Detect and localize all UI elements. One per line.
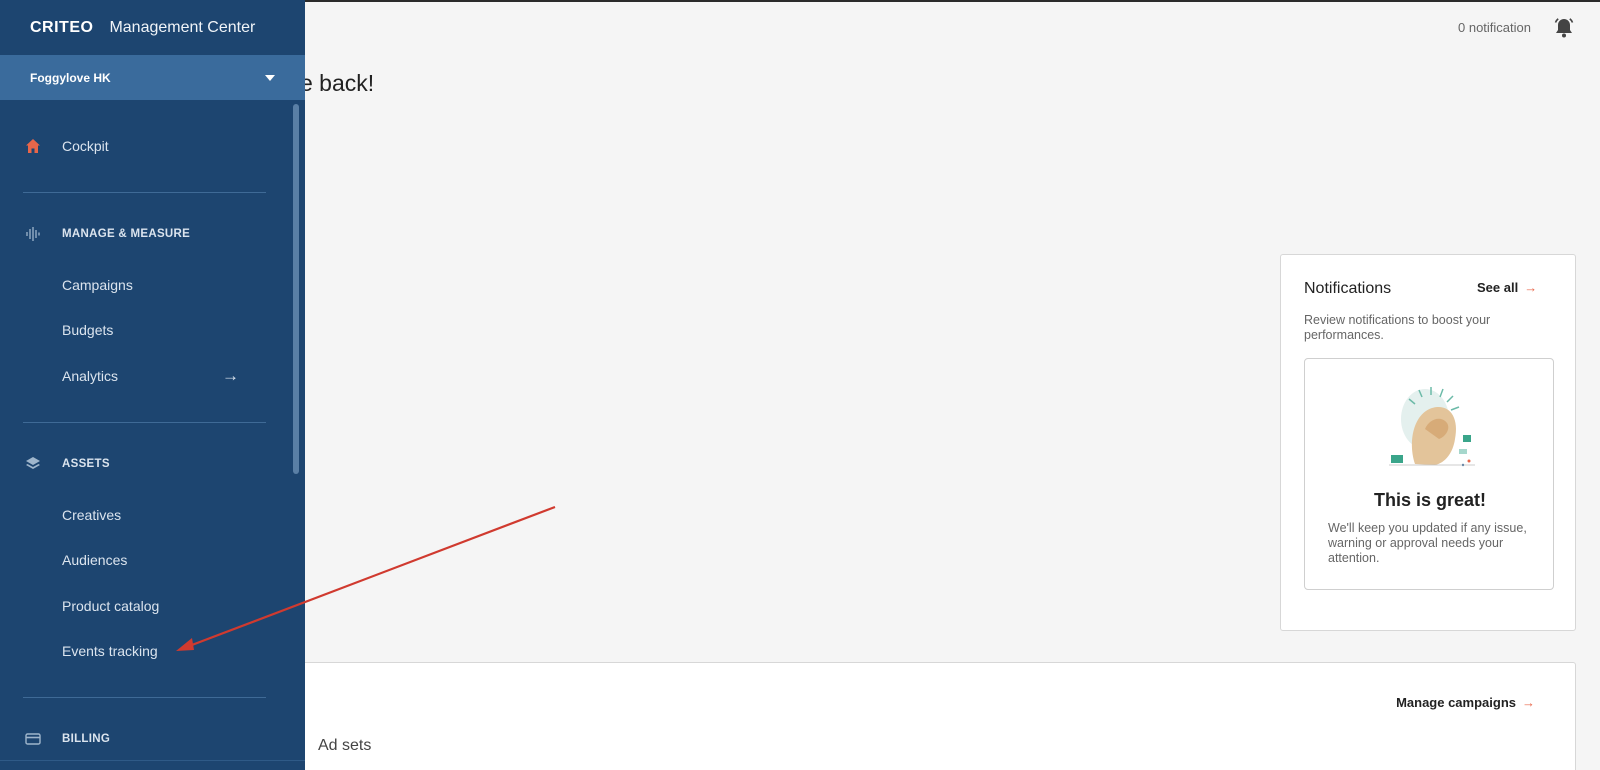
- notifications-title: Notifications: [1304, 280, 1392, 297]
- welcome-heading: e back!: [300, 70, 375, 96]
- sidebar-item-events-tracking[interactable]: Events tracking: [0, 633, 290, 669]
- sidebar-item-audiences[interactable]: Audiences: [0, 542, 290, 578]
- sidebar-item-label: Campaigns: [62, 277, 133, 293]
- empty-state-title: This is great!: [1373, 490, 1487, 510]
- notification-count[interactable]: 0 notification: [1458, 20, 1531, 35]
- sidebar-nav: CRITEO Management Center Foggylove HK Co…: [0, 0, 305, 770]
- layers-icon: [24, 455, 42, 473]
- bell-icon[interactable]: [1552, 16, 1576, 40]
- sidebar-item-label: Analytics: [62, 368, 119, 384]
- sidebar-item-product-catalog[interactable]: Product catalog: [0, 588, 290, 624]
- see-all-label: See all: [1477, 280, 1519, 295]
- notifications-description: Review notifications to boost your perfo…: [1304, 313, 1491, 342]
- tab-ad-sets[interactable]: Ad sets: [318, 737, 371, 755]
- manage-campaigns-link[interactable]: Manage campaigns →: [1396, 695, 1535, 710]
- section-title: MANAGE & MEASURE: [62, 228, 191, 240]
- section-assets: ASSETS: [0, 446, 290, 482]
- sidebar-divider: [23, 192, 266, 193]
- account-name: Foggylove HK: [30, 70, 111, 85]
- account-selector[interactable]: Foggylove HK: [0, 55, 305, 100]
- sidebar-item-label: Cockpit: [62, 138, 109, 154]
- sidebar-item-label: Events tracking: [62, 643, 158, 659]
- sidebar-divider: [0, 760, 305, 761]
- notifications-card: Notifications See all → Review notificati…: [1280, 254, 1576, 631]
- sidebar-item-budgets[interactable]: Budgets: [0, 312, 290, 348]
- sidebar-item-label: Creatives: [62, 507, 122, 523]
- sidebar-item-campaigns[interactable]: Campaigns: [0, 267, 290, 303]
- section-manage-measure: MANAGE & MEASURE: [0, 216, 290, 252]
- criteo-logo[interactable]: CRITEO: [30, 19, 93, 37]
- see-all-link[interactable]: See all →: [1477, 280, 1537, 295]
- sidebar-item-analytics[interactable]: Analytics →: [0, 358, 290, 394]
- sidebar-divider: [23, 697, 266, 698]
- sidebar-scrollbar[interactable]: [293, 104, 299, 474]
- campaigns-card: Manage campaigns → Ad sets: [290, 662, 1576, 770]
- credit-card-icon: [24, 730, 42, 748]
- sidebar-divider: [23, 422, 266, 423]
- sidebar-item-label: BILLING: [62, 733, 111, 745]
- sidebar-item-cockpit[interactable]: Cockpit: [0, 128, 290, 164]
- sidebar-item-label: Budgets: [62, 322, 114, 338]
- arrow-right-icon: →: [1524, 280, 1538, 295]
- waveform-icon: [24, 225, 42, 243]
- sidebar-item-creatives[interactable]: Creatives: [0, 497, 290, 533]
- chevron-down-icon: [265, 74, 275, 81]
- notifications-empty-state: This is great! We'll keep you updated if…: [1304, 358, 1554, 590]
- arrow-right-icon: →: [222, 366, 239, 385]
- sidebar-item-billing[interactable]: BILLING: [0, 721, 290, 757]
- home-icon: [24, 137, 42, 155]
- section-title: ASSETS: [62, 458, 110, 470]
- sidebar-item-label: Audiences: [62, 552, 128, 568]
- celebration-illustration: [1389, 387, 1475, 467]
- sidebar-header: CRITEO Management Center: [0, 0, 305, 55]
- arrow-right-icon: →: [1522, 695, 1535, 710]
- sidebar-item-label: Product catalog: [62, 598, 160, 614]
- app-title: Management Center: [109, 18, 256, 36]
- empty-state-text: We'll keep you updated if any issue, war…: [1328, 521, 1527, 565]
- manage-campaigns-label: Manage campaigns: [1396, 695, 1516, 710]
